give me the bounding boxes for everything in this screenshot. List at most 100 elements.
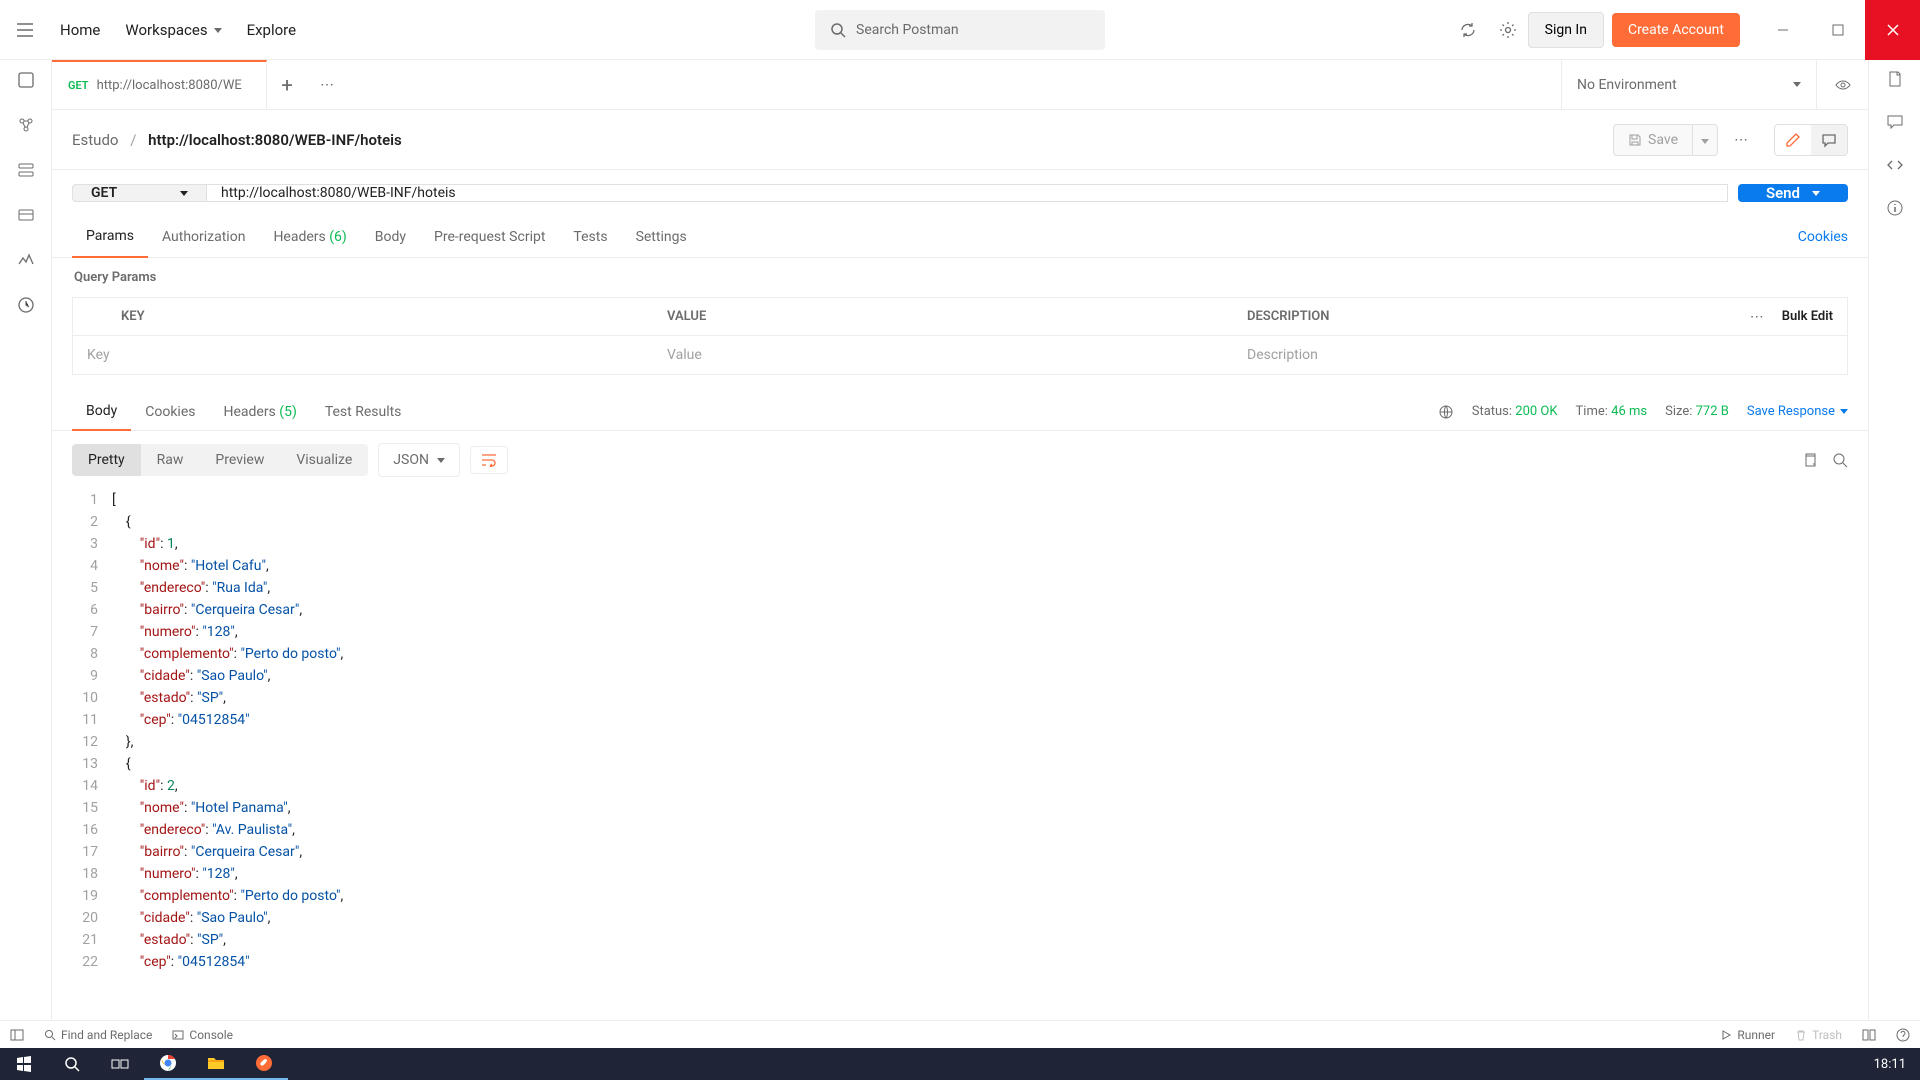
monitors-icon[interactable] (16, 250, 36, 270)
documentation-icon[interactable] (1886, 70, 1904, 88)
view-visualize[interactable]: Visualize (280, 444, 368, 476)
minimize-icon[interactable] (1755, 0, 1810, 60)
environment-quicklook-icon[interactable] (1816, 60, 1868, 109)
main-content: GET http://localhost:8080/WE + ⋯ No Envi… (52, 60, 1868, 1020)
chevron-down-icon (1793, 82, 1801, 87)
body-actions (1802, 452, 1848, 468)
tab-settings[interactable]: Settings (622, 217, 701, 257)
globe-icon[interactable] (1438, 404, 1454, 420)
tab-strip: GET http://localhost:8080/WE + ⋯ No Envi… (52, 60, 1868, 110)
apis-icon[interactable] (16, 115, 36, 135)
sidebar-toggle-icon[interactable] (10, 1028, 24, 1042)
help-icon[interactable] (1896, 1028, 1910, 1042)
environments-icon[interactable] (16, 160, 36, 180)
method-selector[interactable]: GET (72, 184, 207, 202)
url-value: http://localhost:8080/WEB-INF/hoteis (221, 185, 456, 201)
tab-authorization[interactable]: Authorization (148, 217, 259, 257)
close-icon[interactable] (1865, 0, 1920, 60)
cookies-link[interactable]: Cookies (1798, 229, 1848, 245)
sync-icon[interactable] (1448, 10, 1488, 50)
find-replace-button[interactable]: Find and Replace (44, 1028, 152, 1042)
collections-icon[interactable] (16, 70, 36, 90)
resp-tab-headers[interactable]: Headers (5) (209, 394, 310, 430)
send-button[interactable]: Send (1738, 184, 1848, 202)
method-label: GET (91, 185, 117, 201)
nav-workspaces[interactable]: Workspaces (125, 21, 221, 39)
value-input[interactable]: Value (653, 336, 1233, 374)
resp-tab-body[interactable]: Body (72, 393, 131, 431)
tab-more-icon[interactable]: ⋯ (307, 77, 347, 93)
tab-params[interactable]: Params (72, 216, 148, 258)
resp-tab-cookies[interactable]: Cookies (131, 394, 209, 430)
comment-mode-icon[interactable] (1811, 125, 1847, 155)
wrap-lines-icon[interactable] (470, 446, 508, 474)
postman-icon[interactable] (240, 1048, 288, 1080)
taskbar-search-icon[interactable] (48, 1048, 96, 1080)
params-header-row: KEY VALUE DESCRIPTION ⋯ Bulk Edit (73, 298, 1847, 336)
layout-icon[interactable] (1862, 1028, 1876, 1042)
comments-icon[interactable] (1886, 113, 1904, 131)
maximize-icon[interactable] (1810, 0, 1865, 60)
resp-tab-testresults[interactable]: Test Results (311, 394, 416, 430)
start-button[interactable] (0, 1048, 48, 1080)
console-button[interactable]: Console (172, 1028, 233, 1042)
body-view-controls: Pretty Raw Preview Visualize JSON (52, 431, 1868, 489)
taskbar-clock[interactable]: 18:11 (1860, 1057, 1920, 1072)
copy-icon[interactable] (1802, 452, 1818, 468)
right-rail (1868, 60, 1920, 1020)
tab-headers[interactable]: Headers (6) (259, 217, 360, 257)
response-meta: Status: 200 OK Time: 46 ms Size: 772 B S… (1438, 404, 1848, 420)
search-input[interactable]: Search Postman (815, 10, 1105, 50)
trash-button[interactable]: Trash (1795, 1028, 1842, 1042)
chevron-down-icon (180, 191, 188, 196)
code-snippet-icon[interactable] (1886, 156, 1904, 174)
search-response-icon[interactable] (1832, 452, 1848, 468)
query-params-label: Query Params (52, 258, 1868, 297)
window-controls (1755, 0, 1920, 60)
format-selector[interactable]: JSON (378, 443, 460, 477)
save-dropdown[interactable] (1693, 124, 1718, 156)
view-pretty[interactable]: Pretty (72, 444, 141, 476)
nav-explore[interactable]: Explore (247, 21, 297, 39)
format-label: JSON (393, 452, 429, 468)
response-body[interactable]: 1[2 {3 "id": 1,4 "nome": "Hotel Cafu",5 … (52, 489, 1868, 1020)
create-account-button[interactable]: Create Account (1612, 13, 1740, 47)
request-tab[interactable]: GET http://localhost:8080/WE (52, 60, 267, 110)
view-preview[interactable]: Preview (199, 444, 280, 476)
nav-home[interactable]: Home (60, 21, 100, 39)
left-rail (0, 60, 52, 1020)
key-input[interactable]: Key (73, 336, 653, 374)
new-tab-button[interactable]: + (267, 73, 307, 97)
mock-icon[interactable] (16, 205, 36, 225)
params-empty-row[interactable]: Key Value Description (73, 336, 1847, 374)
history-icon[interactable] (16, 295, 36, 315)
chrome-icon[interactable] (144, 1048, 192, 1080)
status-value: 200 OK (1515, 404, 1557, 419)
tab-prerequest[interactable]: Pre-request Script (420, 217, 559, 257)
bulk-edit-button[interactable]: Bulk Edit (1782, 309, 1833, 324)
tab-body[interactable]: Body (361, 217, 420, 257)
edit-mode-icon[interactable] (1775, 125, 1811, 155)
windows-taskbar: 18:11 (0, 1048, 1920, 1080)
environment-selector[interactable]: No Environment (1561, 60, 1816, 109)
save-response-button[interactable]: Save Response (1747, 404, 1848, 419)
save-button[interactable]: Save (1613, 124, 1693, 156)
environment-label: No Environment (1577, 77, 1677, 93)
description-input[interactable]: Description (1233, 336, 1847, 374)
info-icon[interactable] (1886, 199, 1904, 217)
gear-icon[interactable] (1488, 10, 1528, 50)
params-more-icon[interactable]: ⋯ (1750, 309, 1764, 325)
status-bar: Find and Replace Console Runner Trash (0, 1020, 1920, 1048)
url-input[interactable]: http://localhost:8080/WEB-INF/hoteis (207, 184, 1728, 202)
explorer-icon[interactable] (192, 1048, 240, 1080)
signin-button[interactable]: Sign In (1528, 12, 1604, 48)
view-raw[interactable]: Raw (141, 444, 200, 476)
task-view-icon[interactable] (96, 1048, 144, 1080)
col-value: VALUE (653, 298, 1233, 335)
runner-button[interactable]: Runner (1720, 1028, 1775, 1042)
tab-tests[interactable]: Tests (559, 217, 621, 257)
breadcrumb-collection[interactable]: Estudo (72, 131, 118, 149)
request-more-icon[interactable]: ⋯ (1726, 132, 1756, 148)
hamburger-icon[interactable] (10, 15, 40, 45)
mode-toggle (1774, 124, 1848, 156)
